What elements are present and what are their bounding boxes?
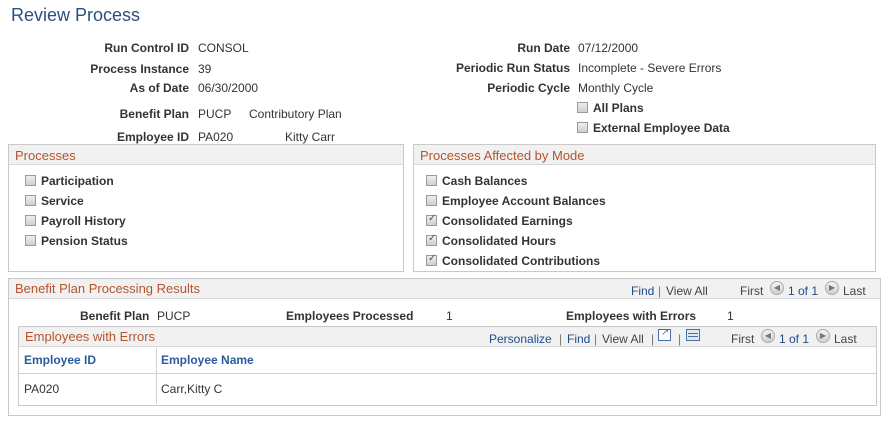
results-benefit-plan-label: Benefit Plan — [80, 309, 150, 323]
consolidated-contributions-label: Consolidated Contributions — [442, 254, 600, 268]
results-range: 1 of 1 — [788, 284, 819, 298]
periodic-run-status-value: Incomplete - Severe Errors — [578, 61, 722, 75]
benefit-plan-results-header: Benefit Plan Processing Results Find | V… — [9, 279, 880, 299]
service-checkbox[interactable] — [25, 195, 36, 206]
run-date-label: Run Date — [517, 41, 570, 55]
employees-with-errors-value: 1 — [727, 309, 734, 323]
payroll-history-label: Payroll History — [41, 214, 126, 228]
page-title: Review Process — [11, 5, 141, 25]
errors-personalize-link[interactable]: Personalize — [489, 332, 552, 346]
results-first-label: First — [740, 284, 764, 298]
results-separator: | — [658, 284, 662, 298]
errors-view-all-link[interactable]: View All — [602, 332, 644, 346]
employees-with-errors-grid: Employees with Errors Personalize | Find… — [18, 326, 877, 406]
processes-header: Processes — [9, 145, 403, 165]
periodic-cycle-value: Monthly Cycle — [578, 81, 654, 95]
errors-range: 1 of 1 — [779, 332, 810, 346]
results-find-link[interactable]: Find — [631, 284, 654, 298]
zoom-icon[interactable] — [658, 327, 671, 341]
row-divider — [156, 374, 157, 404]
employees-processed-value: 1 — [446, 309, 453, 323]
errors-prev-icon[interactable]: ◀ — [761, 329, 775, 343]
errors-first-label: First — [731, 332, 755, 346]
results-view-all-link[interactable]: View All — [666, 284, 708, 298]
column-divider — [156, 348, 157, 374]
as-of-date-value: 06/30/2000 — [198, 81, 259, 95]
column-employee-id[interactable]: Employee ID — [24, 353, 96, 367]
results-prev-icon[interactable]: ◀ — [770, 281, 784, 295]
errors-find-link[interactable]: Find — [567, 332, 590, 346]
processes-group: Processes Participation Service Payroll … — [8, 144, 404, 272]
errors-grid-column-header: Employee ID Employee Name — [19, 348, 876, 374]
employee-account-balances-checkbox[interactable] — [426, 195, 437, 206]
all-plans-label: All Plans — [593, 101, 644, 115]
benefit-plan-results-panel: Benefit Plan Processing Results Find | V… — [8, 278, 881, 416]
employees-with-errors-label: Employees with Errors — [566, 309, 697, 323]
consolidated-hours-checkbox[interactable] — [426, 233, 437, 246]
periodic-cycle-label: Periodic Cycle — [487, 81, 570, 95]
employees-processed-label: Employees Processed — [286, 309, 414, 323]
cash-balances-checkbox[interactable] — [426, 175, 437, 186]
processes-affected-header: Processes Affected by Mode — [414, 145, 875, 165]
payroll-history-checkbox[interactable] — [25, 215, 36, 226]
consolidated-earnings-label: Consolidated Earnings — [442, 214, 573, 228]
participation-checkbox[interactable] — [25, 175, 36, 186]
cash-balances-label: Cash Balances — [442, 174, 528, 188]
run-control-id-value: CONSOL — [198, 41, 249, 55]
external-employee-data-checkbox[interactable] — [577, 122, 588, 133]
errors-grid-title: Employees with Errors — [25, 329, 156, 344]
row-employee-name: Carr,Kitty C — [161, 382, 223, 396]
as-of-date-label: As of Date — [129, 81, 189, 95]
errors-separator-3: | — [651, 332, 655, 346]
column-employee-name[interactable]: Employee Name — [161, 353, 254, 367]
process-instance-label: Process Instance — [90, 62, 189, 76]
service-label: Service — [41, 194, 84, 208]
benefit-plan-value: PUCP — [198, 107, 232, 121]
employee-id-label: Employee ID — [116, 130, 189, 144]
pension-status-checkbox[interactable] — [25, 235, 36, 246]
participation-label: Participation — [41, 174, 114, 188]
processes-affected-group: Processes Affected by Mode Cash Balances… — [413, 144, 876, 272]
processes-affected-title: Processes Affected by Mode — [420, 148, 585, 163]
external-employee-data-label: External Employee Data — [593, 121, 730, 135]
run-date-value: 07/12/2000 — [578, 41, 639, 55]
run-control-id-label: Run Control ID — [104, 41, 189, 55]
consolidated-hours-label: Consolidated Hours — [442, 234, 557, 248]
table-row: PA020 Carr,Kitty C — [19, 374, 876, 404]
benefit-plan-label: Benefit Plan — [119, 107, 189, 121]
results-next-icon[interactable]: ▶ — [825, 281, 839, 295]
errors-separator-4: | — [678, 332, 682, 346]
benefit-plan-description: Contributory Plan — [249, 107, 342, 121]
results-last-label: Last — [843, 284, 866, 298]
pension-status-label: Pension Status — [41, 234, 128, 248]
row-employee-id: PA020 — [24, 382, 60, 396]
consolidated-earnings-checkbox[interactable] — [426, 213, 437, 226]
consolidated-contributions-checkbox[interactable] — [426, 253, 437, 266]
errors-separator-1: | — [559, 332, 563, 346]
employee-account-balances-label: Employee Account Balances — [442, 194, 606, 208]
errors-last-label: Last — [834, 332, 857, 346]
processes-title: Processes — [15, 148, 76, 163]
errors-grid-header: Employees with Errors Personalize | Find… — [19, 327, 876, 347]
employee-name-value: Kitty Carr — [285, 130, 336, 144]
benefit-plan-results-title: Benefit Plan Processing Results — [15, 281, 200, 296]
employee-id-value: PA020 — [198, 130, 234, 144]
process-instance-value: 39 — [198, 62, 212, 76]
all-plans-checkbox[interactable] — [577, 102, 588, 113]
download-grid-icon[interactable] — [686, 329, 700, 341]
errors-separator-2: | — [594, 332, 598, 346]
errors-next-icon[interactable]: ▶ — [816, 329, 830, 343]
periodic-run-status-label: Periodic Run Status — [455, 61, 570, 75]
results-benefit-plan-value: PUCP — [157, 309, 191, 323]
